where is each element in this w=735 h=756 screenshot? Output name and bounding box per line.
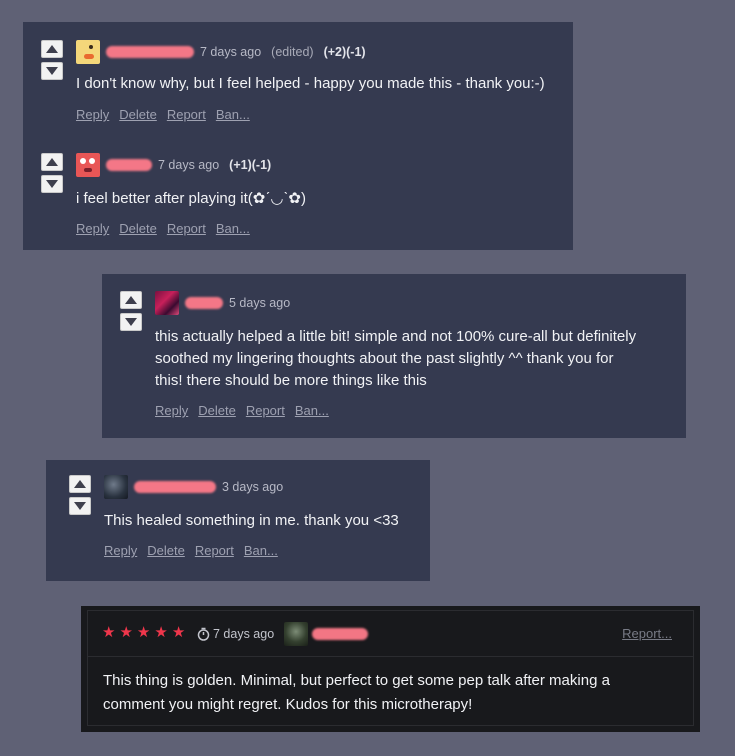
ban-link[interactable]: Ban... [244, 543, 278, 558]
arrow-up-icon [74, 480, 86, 488]
comment-text: This healed something in me. thank you <… [104, 512, 399, 529]
comment-card-1: 7 days ago (edited) (+2)(-1) I don't kno… [23, 22, 573, 250]
comment-actions: Reply Delete Report Ban... [76, 107, 250, 122]
report-link[interactable]: Report [167, 221, 206, 236]
avatar[interactable] [104, 475, 128, 499]
downvote-button[interactable] [120, 313, 142, 331]
comment-text: i feel better after playing it(✿ˊ◡ˋ✿) [76, 190, 306, 207]
comment-card-2: 5 days ago this actually helped a little… [102, 274, 686, 438]
comment: 7 days ago (edited) (+2)(-1) I don't kno… [41, 40, 561, 130]
delete-link[interactable]: Delete [119, 107, 157, 122]
comment-text: I don't know why, but I feel helped - ha… [76, 75, 545, 92]
avatar[interactable] [76, 40, 100, 64]
delete-link[interactable]: Delete [198, 403, 236, 418]
review-box: ★ ★ ★ ★ ★ 7 days ago Report... This thin… [87, 610, 694, 726]
ban-link[interactable]: Ban... [216, 221, 250, 236]
delete-link[interactable]: Delete [119, 221, 157, 236]
reply-link[interactable]: Reply [76, 221, 109, 236]
vote-score: (+1)(-1) [229, 158, 272, 172]
arrow-down-icon [46, 67, 58, 75]
downvote-button[interactable] [41, 62, 63, 80]
redacted-username[interactable] [185, 297, 223, 309]
downvote-button[interactable] [41, 175, 63, 193]
arrow-down-icon [46, 180, 58, 188]
comment-text: this actually helped a little bit! simpl… [155, 326, 675, 392]
upvote-button[interactable] [41, 153, 63, 171]
reply-link[interactable]: Reply [155, 403, 188, 418]
arrow-down-icon [125, 318, 137, 326]
stopwatch-icon [197, 627, 210, 641]
redacted-username[interactable] [134, 481, 216, 493]
vote-controls [69, 475, 91, 519]
edited-marker: (edited) [271, 45, 314, 59]
comment-card-3: 3 days ago This healed something in me. … [46, 460, 430, 581]
comment: 7 days ago (+1)(-1) i feel better after … [41, 153, 561, 243]
review-meta: 7 days ago [197, 621, 374, 647]
avatar[interactable] [284, 622, 309, 646]
review-card: ★ ★ ★ ★ ★ 7 days ago Report... This thin… [81, 606, 700, 732]
downvote-button[interactable] [69, 497, 91, 515]
review-text: This thing is golden. Minimal, but perfe… [103, 669, 663, 717]
star-icon: ★ [102, 624, 116, 641]
redacted-username[interactable] [106, 46, 194, 58]
arrow-down-icon [74, 502, 86, 510]
star-rating: ★ ★ ★ ★ ★ [102, 625, 185, 641]
vote-controls [41, 153, 63, 197]
star-icon: ★ [119, 624, 133, 641]
comment: 5 days ago this actually helped a little… [120, 291, 675, 426]
comment-text-line: this! there should be more things like t… [155, 372, 427, 389]
vote-controls [41, 40, 63, 84]
report-link[interactable]: Report [167, 107, 206, 122]
upvote-button[interactable] [69, 475, 91, 493]
avatar[interactable] [155, 291, 179, 315]
vote-score: (+2)(-1) [323, 45, 366, 59]
ban-link[interactable]: Ban... [295, 403, 329, 418]
comment-text-line: soothed my lingering thoughts about the … [155, 350, 614, 367]
comment-age: 5 days ago [229, 296, 291, 310]
star-icon: ★ [171, 624, 186, 641]
reply-link[interactable]: Reply [104, 543, 137, 558]
avatar[interactable] [76, 153, 100, 177]
comment-actions: Reply Delete Report Ban... [155, 403, 329, 418]
comment-meta: 7 days ago (edited) (+2)(-1) [76, 40, 366, 64]
comment-meta: 5 days ago [155, 291, 290, 315]
comment-meta: 7 days ago (+1)(-1) [76, 153, 271, 177]
comment: 3 days ago This healed something in me. … [69, 475, 424, 575]
delete-link[interactable]: Delete [147, 543, 185, 558]
arrow-up-icon [46, 45, 58, 53]
arrow-up-icon [125, 296, 137, 304]
upvote-button[interactable] [41, 40, 63, 58]
report-link[interactable]: Report [195, 543, 234, 558]
redacted-username[interactable] [106, 159, 152, 171]
comment-age: 7 days ago [158, 158, 220, 172]
arrow-up-icon [46, 158, 58, 166]
review-text-line: This thing is golden. Minimal, but perfe… [103, 672, 610, 689]
ban-link[interactable]: Ban... [216, 107, 250, 122]
review-text-line: comment you might regret. Kudos for this… [103, 696, 473, 713]
review-header: ★ ★ ★ ★ ★ 7 days ago Report... [88, 611, 693, 657]
report-link[interactable]: Report... [622, 626, 672, 641]
reply-link[interactable]: Reply [76, 107, 109, 122]
comment-meta: 3 days ago [104, 475, 283, 499]
star-icon: ★ [136, 624, 151, 641]
comment-age: 7 days ago [200, 45, 262, 59]
report-link[interactable]: Report [246, 403, 285, 418]
redacted-username[interactable] [312, 628, 369, 640]
upvote-button[interactable] [120, 291, 142, 309]
vote-controls [120, 291, 142, 335]
review-age: 7 days ago [213, 627, 275, 641]
comment-actions: Reply Delete Report Ban... [104, 543, 278, 558]
star-icon: ★ [154, 624, 168, 641]
comment-age: 3 days ago [222, 480, 284, 494]
comment-text-line: this actually helped a little bit! simpl… [155, 328, 637, 345]
comment-actions: Reply Delete Report Ban... [76, 221, 250, 236]
